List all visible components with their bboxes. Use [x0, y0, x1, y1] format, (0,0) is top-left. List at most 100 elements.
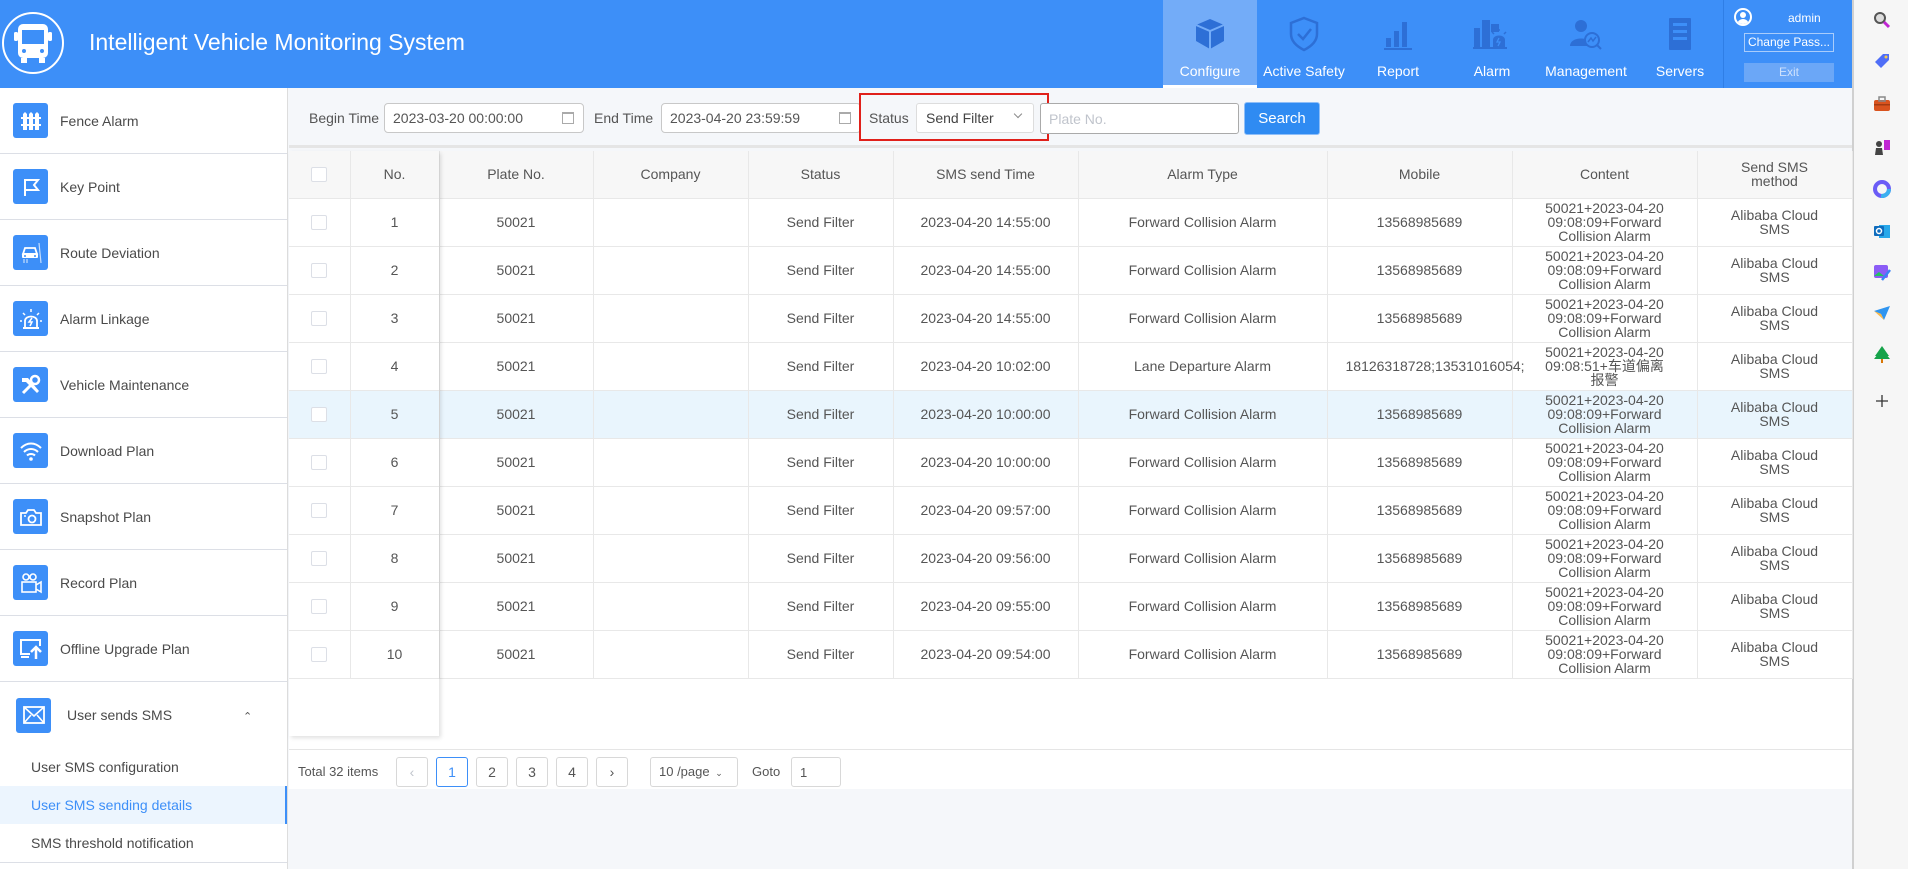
chess-icon[interactable] — [1872, 137, 1892, 157]
begin-time-input[interactable]: 2023-03-20 00:00:00 — [384, 103, 584, 133]
sidebar-subitem-user-sms-configuration[interactable]: User SMS configuration — [0, 748, 287, 786]
nav-configure[interactable]: Configure — [1163, 0, 1257, 88]
row-company — [593, 534, 749, 583]
sidebar-group-user-sends-sms[interactable]: User sends SMS ⌃ — [0, 682, 287, 748]
select-all-checkbox[interactable] — [311, 167, 328, 183]
row-checkbox-cell — [289, 630, 351, 679]
col-mobile[interactable]: Mobile — [1327, 151, 1513, 199]
sidebar-item-record-plan[interactable]: Record Plan — [0, 550, 287, 616]
row-checkbox[interactable] — [311, 646, 328, 662]
row-alarm-type: Lane Departure Alarm — [1078, 342, 1328, 391]
outlook-icon[interactable] — [1872, 221, 1892, 241]
nav-servers[interactable]: Servers — [1633, 0, 1727, 88]
row-checkbox[interactable] — [311, 358, 328, 374]
table-row[interactable]: 2 50021 Send Filter 2023-04-20 14:55:00 Forw… — [289, 246, 1853, 295]
tree-icon[interactable] — [1872, 344, 1892, 364]
row-no: 9 — [350, 582, 440, 631]
row-mobile: 13568985689 — [1327, 486, 1513, 535]
row-company — [593, 630, 749, 679]
table-row[interactable]: 9 50021 Send Filter 2023-04-20 09:55:00 Forw… — [289, 582, 1853, 631]
alarm-light-icon — [1472, 14, 1512, 54]
row-content: 50021+2023-04-20 09:08:09+Forward Collis… — [1512, 246, 1698, 295]
col-company[interactable]: Company — [593, 151, 749, 199]
nav-management[interactable]: Management — [1539, 0, 1633, 88]
row-sms-send-time: 2023-04-20 14:55:00 — [893, 198, 1079, 247]
row-sms-send-time: 2023-04-20 09:56:00 — [893, 534, 1079, 583]
goto-page-input[interactable] — [791, 757, 841, 787]
sidebar-item-offline-upgrade-plan[interactable]: Offline Upgrade Plan — [0, 616, 287, 682]
row-checkbox[interactable] — [311, 214, 328, 230]
send-icon[interactable] — [1872, 303, 1892, 323]
page-button[interactable]: 3 — [516, 757, 548, 787]
row-no: 10 — [350, 630, 440, 679]
col-send-sms-method[interactable]: Send SMS method — [1697, 151, 1853, 199]
begin-time-label: Begin Time — [309, 110, 380, 126]
row-mobile: 13568985689 — [1327, 390, 1513, 439]
end-time-input[interactable]: 2023-04-20 23:59:59 — [661, 103, 861, 133]
table-row[interactable]: 7 50021 Send Filter 2023-04-20 09:57:00 Forw… — [289, 486, 1853, 535]
row-checkbox[interactable] — [311, 310, 328, 326]
sidebar-subitem-sms-threshold-notification[interactable]: SMS threshold notification — [0, 824, 287, 862]
page-size-select[interactable]: 10 /page ⌄ — [650, 757, 738, 787]
bus-logo-icon — [2, 12, 64, 74]
sidebar-item-route-deviation[interactable]: Route Deviation — [0, 220, 287, 286]
sidebar-item-snapshot-plan[interactable]: Snapshot Plan — [0, 484, 287, 550]
chevron-down-icon — [1013, 109, 1023, 119]
prev-page-button[interactable]: ‹ — [396, 757, 428, 787]
row-checkbox[interactable] — [311, 598, 328, 614]
exit-button[interactable]: Exit — [1744, 63, 1834, 82]
chevron-up-icon[interactable]: ⌃ — [243, 710, 252, 723]
row-checkbox[interactable] — [311, 406, 328, 422]
row-checkbox[interactable] — [311, 262, 328, 278]
camera-icon — [13, 499, 48, 534]
change-password-button[interactable]: Change Pass... — [1744, 33, 1834, 52]
sidebar-item-key-point[interactable]: Key Point — [0, 154, 287, 220]
row-status: Send Filter — [748, 294, 894, 343]
sidebar-item-alarm-linkage[interactable]: Alarm Linkage — [0, 286, 287, 352]
table-row[interactable]: 10 50021 Send Filter 2023-04-20 09:54:00 For… — [289, 630, 1853, 679]
row-checkbox[interactable] — [311, 454, 328, 470]
toolbox-icon[interactable] — [1872, 94, 1892, 114]
table-row[interactable]: 4 50021 Send Filter 2023-04-20 10:02:00 Lane… — [289, 342, 1853, 391]
plate-no-input[interactable] — [1040, 103, 1239, 134]
page-button[interactable]: 4 — [556, 757, 588, 787]
row-company — [593, 582, 749, 631]
tag-icon[interactable] — [1872, 51, 1892, 71]
goto-label: Goto — [752, 764, 781, 779]
nav-active-safety[interactable]: Active Safety — [1257, 0, 1351, 88]
row-checkbox[interactable] — [311, 502, 328, 518]
search-button[interactable]: Search — [1244, 102, 1320, 135]
status-select[interactable]: Send Filter — [916, 103, 1034, 133]
col-plate-no[interactable]: Plate No. — [439, 151, 594, 199]
col-no[interactable]: No. — [350, 151, 440, 199]
row-sms-send-time: 2023-04-20 10:02:00 — [893, 342, 1079, 391]
col-content[interactable]: Content — [1512, 151, 1698, 199]
table-row[interactable]: 8 50021 Send Filter 2023-04-20 09:56:00 Forw… — [289, 534, 1853, 583]
table-row[interactable]: 6 50021 Send Filter 2023-04-20 10:00:00 Forw… — [289, 438, 1853, 487]
row-no: 7 — [350, 486, 440, 535]
col-alarm-type[interactable]: Alarm Type — [1078, 151, 1328, 199]
plus-icon[interactable] — [1872, 391, 1892, 411]
sidebar-subitem-user-sms-sending-details[interactable]: User SMS sending details — [0, 786, 287, 824]
fence-icon — [13, 103, 48, 138]
sidebar-item-download-plan[interactable]: Download Plan — [0, 418, 287, 484]
copilot-icon[interactable] — [1872, 179, 1892, 199]
image-editor-icon[interactable] — [1872, 263, 1892, 283]
sidebar-item-fence-alarm[interactable]: Fence Alarm — [0, 88, 287, 154]
table-row[interactable]: 5 50021 Send Filter 2023-04-20 10:00:00 Forw… — [289, 390, 1853, 439]
sidebar-item-vehicle-maintenance[interactable]: Vehicle Maintenance — [0, 352, 287, 418]
table-row[interactable]: 3 50021 Send Filter 2023-04-20 14:55:00 Forw… — [289, 294, 1853, 343]
page-button[interactable]: 2 — [476, 757, 508, 787]
row-checkbox[interactable] — [311, 550, 328, 566]
page-button[interactable]: 1 — [436, 757, 468, 787]
user-name: admin — [1788, 11, 1821, 25]
col-status[interactable]: Status — [748, 151, 894, 199]
search-icon[interactable] — [1872, 10, 1892, 30]
row-content: 50021+2023-04-20 09:08:09+Forward Collis… — [1512, 630, 1698, 679]
row-send-method: Alibaba Cloud SMS — [1697, 342, 1853, 391]
table-row[interactable]: 1 50021 Send Filter 2023-04-20 14:55:00 Forw… — [289, 198, 1853, 247]
col-sms-send-time[interactable]: SMS send Time — [893, 151, 1079, 199]
nav-report[interactable]: Report — [1351, 0, 1445, 88]
nav-alarm[interactable]: Alarm — [1445, 0, 1539, 88]
next-page-button[interactable]: › — [596, 757, 628, 787]
